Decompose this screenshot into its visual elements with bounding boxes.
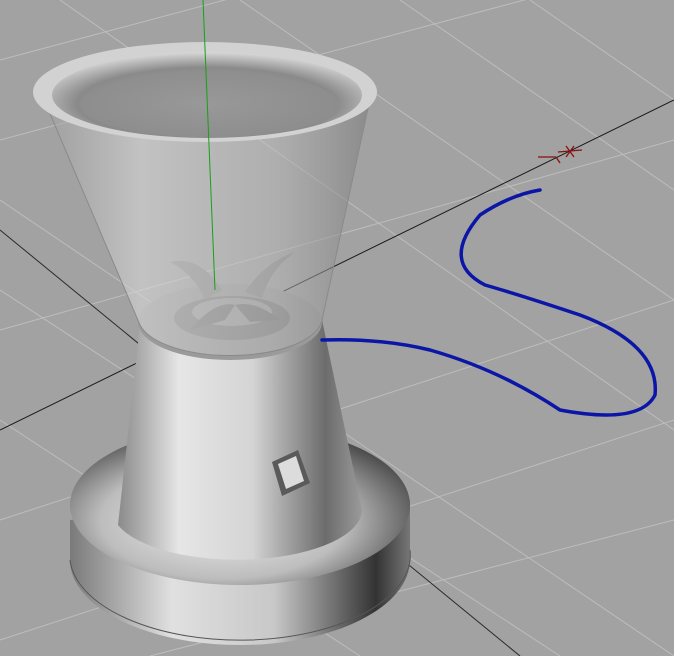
blender-jar[interactable] [33,42,377,357]
3d-viewport[interactable] [0,0,674,656]
power-cord[interactable] [320,188,657,417]
viewport-canvas[interactable] [0,0,674,656]
